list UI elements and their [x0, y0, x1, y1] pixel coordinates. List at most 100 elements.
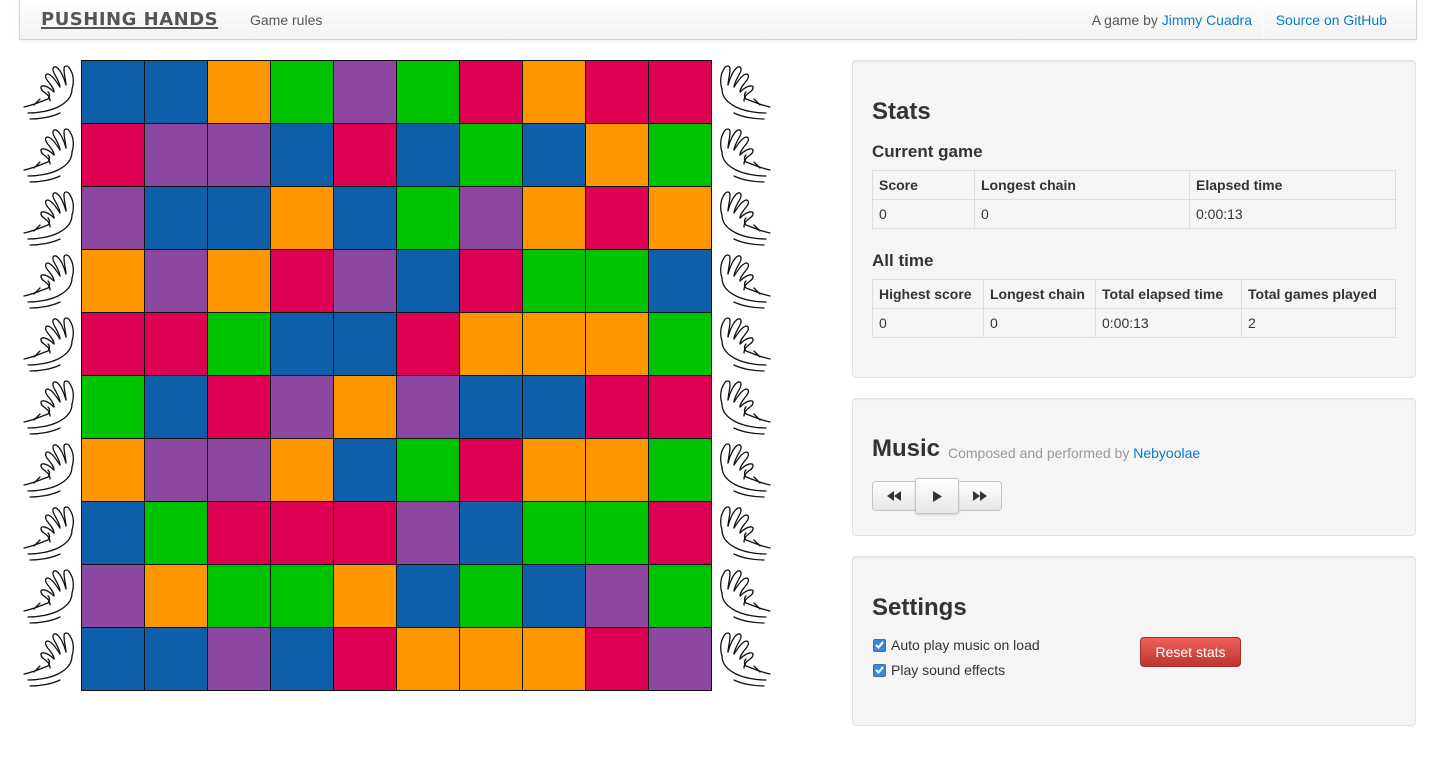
- board-tile[interactable]: [586, 124, 649, 187]
- board-tile[interactable]: [397, 439, 460, 502]
- board-tile[interactable]: [145, 187, 208, 250]
- board-tile[interactable]: [271, 376, 334, 439]
- left-hand-icon[interactable]: [20, 61, 78, 121]
- board-tile[interactable]: [82, 565, 145, 628]
- board-tile[interactable]: [271, 439, 334, 502]
- board-tile[interactable]: [397, 313, 460, 376]
- board-tile[interactable]: [145, 250, 208, 313]
- board-tile[interactable]: [460, 187, 523, 250]
- board-tile[interactable]: [460, 502, 523, 565]
- board-tile[interactable]: [82, 61, 145, 124]
- board-tile[interactable]: [334, 187, 397, 250]
- board-tile[interactable]: [271, 124, 334, 187]
- board-tile[interactable]: [208, 124, 271, 187]
- board-tile[interactable]: [460, 628, 523, 691]
- board-tile[interactable]: [649, 250, 712, 313]
- board-tile[interactable]: [334, 502, 397, 565]
- board-tile[interactable]: [82, 313, 145, 376]
- board-tile[interactable]: [208, 565, 271, 628]
- board-tile[interactable]: [397, 502, 460, 565]
- board-tile[interactable]: [271, 565, 334, 628]
- board-tile[interactable]: [145, 565, 208, 628]
- board-tile[interactable]: [586, 187, 649, 250]
- board-tile[interactable]: [82, 376, 145, 439]
- board-tile[interactable]: [649, 313, 712, 376]
- board-tile[interactable]: [145, 61, 208, 124]
- board-tile[interactable]: [523, 502, 586, 565]
- board-tile[interactable]: [523, 565, 586, 628]
- autoplay-checkbox[interactable]: [873, 638, 886, 652]
- board-tile[interactable]: [397, 187, 460, 250]
- board-tile[interactable]: [523, 376, 586, 439]
- right-hand-icon[interactable]: [716, 61, 774, 121]
- author-link[interactable]: Jimmy Cuadra: [1162, 12, 1252, 28]
- board-tile[interactable]: [649, 187, 712, 250]
- board-tile[interactable]: [208, 439, 271, 502]
- board-tile[interactable]: [460, 124, 523, 187]
- left-hand-icon[interactable]: [20, 628, 78, 688]
- board-tile[interactable]: [208, 628, 271, 691]
- board-tile[interactable]: [334, 565, 397, 628]
- board-tile[interactable]: [586, 376, 649, 439]
- board-tile[interactable]: [460, 313, 523, 376]
- board-tile[interactable]: [649, 439, 712, 502]
- left-hand-icon[interactable]: [20, 502, 78, 562]
- board-tile[interactable]: [145, 313, 208, 376]
- board-tile[interactable]: [523, 628, 586, 691]
- board-tile[interactable]: [334, 61, 397, 124]
- left-hand-icon[interactable]: [20, 565, 78, 625]
- left-hand-icon[interactable]: [20, 250, 78, 310]
- sfx-option[interactable]: Play sound effects: [873, 662, 1005, 678]
- right-hand-icon[interactable]: [716, 124, 774, 184]
- board-tile[interactable]: [586, 565, 649, 628]
- board-tile[interactable]: [271, 61, 334, 124]
- board-tile[interactable]: [334, 124, 397, 187]
- github-source-link[interactable]: Source on GitHub: [1276, 12, 1387, 28]
- board-tile[interactable]: [271, 250, 334, 313]
- board-tile[interactable]: [334, 628, 397, 691]
- reset-stats-button[interactable]: Reset stats: [1140, 637, 1241, 667]
- right-hand-icon[interactable]: [716, 502, 774, 562]
- board-tile[interactable]: [460, 565, 523, 628]
- board-tile[interactable]: [208, 250, 271, 313]
- board-tile[interactable]: [397, 250, 460, 313]
- play-button[interactable]: [915, 478, 959, 514]
- board-tile[interactable]: [82, 502, 145, 565]
- board-tile[interactable]: [523, 250, 586, 313]
- board-tile[interactable]: [334, 376, 397, 439]
- left-hand-icon[interactable]: [20, 439, 78, 499]
- board-tile[interactable]: [82, 250, 145, 313]
- board-tile[interactable]: [460, 61, 523, 124]
- right-hand-icon[interactable]: [716, 376, 774, 436]
- board-tile[interactable]: [334, 313, 397, 376]
- board-tile[interactable]: [586, 61, 649, 124]
- board-tile[interactable]: [145, 376, 208, 439]
- rewind-button[interactable]: [872, 481, 916, 511]
- board-tile[interactable]: [145, 502, 208, 565]
- left-hand-icon[interactable]: [20, 187, 78, 247]
- autoplay-option[interactable]: Auto play music on load: [873, 637, 1040, 653]
- sfx-checkbox[interactable]: [873, 663, 886, 677]
- board-tile[interactable]: [649, 628, 712, 691]
- board-tile[interactable]: [271, 187, 334, 250]
- board-tile[interactable]: [397, 61, 460, 124]
- board-tile[interactable]: [145, 628, 208, 691]
- board-tile[interactable]: [523, 187, 586, 250]
- board-tile[interactable]: [586, 439, 649, 502]
- board-tile[interactable]: [334, 439, 397, 502]
- nav-game-rules-link[interactable]: Game rules: [250, 12, 322, 28]
- board-tile[interactable]: [586, 502, 649, 565]
- right-hand-icon[interactable]: [716, 187, 774, 247]
- right-hand-icon[interactable]: [716, 439, 774, 499]
- board-tile[interactable]: [523, 439, 586, 502]
- left-hand-icon[interactable]: [20, 313, 78, 373]
- board-tile[interactable]: [460, 376, 523, 439]
- board-tile[interactable]: [523, 313, 586, 376]
- board-tile[interactable]: [460, 439, 523, 502]
- board-tile[interactable]: [397, 628, 460, 691]
- board-tile[interactable]: [523, 124, 586, 187]
- board-tile[interactable]: [649, 61, 712, 124]
- board-tile[interactable]: [397, 124, 460, 187]
- board-tile[interactable]: [82, 187, 145, 250]
- left-hand-icon[interactable]: [20, 376, 78, 436]
